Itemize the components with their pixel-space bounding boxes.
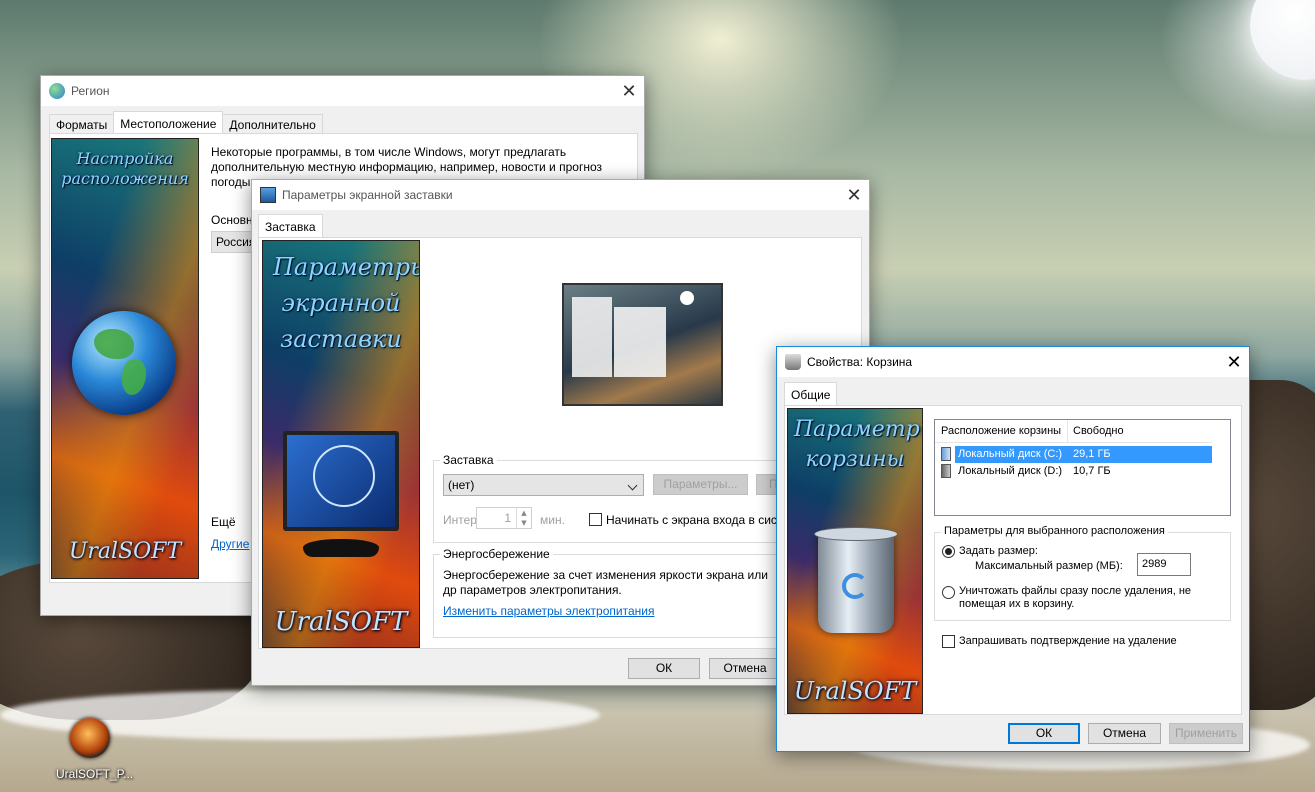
recycle-bin-icon (814, 527, 898, 633)
logon-checkbox-label: Начинать с экрана входа в сист (606, 513, 778, 527)
recycle-panel: Параметры корзины UralSOFT Расположение … (784, 405, 1242, 715)
tab-general[interactable]: Общие (784, 382, 838, 405)
recycle-ok-button[interactable]: ОК (1008, 723, 1080, 744)
uralsoft-icon (70, 718, 110, 758)
region-close-button[interactable]: ✕ (614, 76, 644, 106)
recycle-bin-small-icon (785, 354, 801, 370)
delete-immediately-radio[interactable] (942, 586, 955, 599)
drive-icon (941, 464, 951, 478)
interval-label: Интер (443, 513, 477, 527)
logon-checkbox[interactable] (589, 513, 602, 526)
recycle-cancel-button[interactable]: Отмена (1088, 723, 1161, 744)
region-banner-brand: UralSOFT (68, 539, 182, 564)
region-title: Регион (71, 84, 110, 98)
max-size-label: Максимальный размер (МБ): (975, 560, 1123, 572)
max-size-input[interactable]: 2989 (1137, 553, 1191, 576)
recycle-close-button[interactable]: ✕ (1219, 347, 1249, 377)
tab-screensaver[interactable]: Заставка (258, 214, 323, 237)
drive-icon (941, 447, 951, 461)
screensaver-banner-title: Параметры экранной заставки (273, 253, 420, 353)
custom-size-radio[interactable] (942, 545, 955, 558)
power-group-label: Энергосбережение (440, 547, 553, 561)
region-banner: Настройка расположения UralSOFT (51, 138, 199, 579)
monitor-icon (260, 187, 276, 203)
power-text: Энергосбережение за счет изменения яркос… (443, 568, 768, 597)
recycle-apply-button[interactable]: Применить (1169, 723, 1243, 744)
screensaver-banner: Параметры экранной заставки UralSOFT (262, 240, 420, 648)
power-settings-link[interactable]: Изменить параметры электропитания (443, 604, 654, 618)
list-item[interactable]: Локальный диск (C:) 29,1 ГБ (939, 446, 1212, 463)
other-link[interactable]: Другие (211, 537, 249, 551)
desktop-icon-label: UralSOFT_P... (56, 767, 134, 781)
confirm-delete-label: Запрашивать подтверждение на удаление (959, 635, 1177, 647)
monitor-stand-icon (303, 539, 379, 557)
screensaver-titlebar[interactable]: Параметры экранной заставки ✕ (252, 180, 869, 210)
desktop-icon-uralsoft[interactable]: UralSOFT_P... (52, 718, 134, 784)
screensaver-preview (562, 283, 723, 406)
delete-immediately-label: Уничтожать файлы сразу после удаления, н… (959, 585, 1192, 610)
screensaver-settings-button[interactable]: Параметры... (653, 474, 748, 495)
tab-advanced[interactable]: Дополнительно (222, 114, 323, 134)
list-item[interactable]: Локальный диск (D:) 10,7 ГБ (939, 463, 1212, 480)
list-header: Расположение корзины Свободно (935, 420, 1212, 443)
tab-location[interactable]: Местоположение (113, 111, 224, 134)
screensaver-banner-brand: UralSOFT (274, 607, 408, 637)
home-location-label: Основн (211, 213, 253, 227)
locations-list[interactable]: Расположение корзины Свободно Локальный … (934, 419, 1231, 516)
interval-spinner[interactable]: ▲ ▼ (516, 508, 531, 528)
region-banner-title: Настройка расположения (61, 149, 189, 188)
clock-monitor-icon (283, 431, 399, 531)
location-settings-group-label: Параметры для выбранного расположения (941, 525, 1168, 537)
screensaver-close-button[interactable]: ✕ (839, 180, 869, 210)
screensaver-ok-button[interactable]: ОК (628, 658, 700, 679)
recycle-titlebar[interactable]: Свойства: Корзина ✕ (777, 347, 1249, 377)
screensaver-cancel-button[interactable]: Отмена (709, 658, 781, 679)
screensaver-select[interactable]: (нет) (443, 474, 644, 496)
drive-name: Локальный диск (D:) (958, 465, 1063, 477)
globe-icon (49, 83, 65, 99)
recycle-title: Свойства: Корзина (807, 355, 913, 369)
drive-name: Локальный диск (C:) (958, 448, 1063, 460)
screensaver-panel: Параметры экранной заставки UralSOFT Зас… (258, 237, 863, 649)
region-titlebar[interactable]: Регион ✕ (41, 76, 644, 106)
recycle-banner-title: Параметры корзины (794, 417, 922, 472)
minutes-label: мин. (540, 513, 565, 527)
custom-size-label: Задать размер: (959, 545, 1038, 557)
earth-icon (72, 311, 176, 415)
column-header-free[interactable]: Свободно (1073, 425, 1124, 437)
drive-free: 10,7 ГБ (1073, 465, 1111, 477)
drive-free: 29,1 ГБ (1073, 448, 1111, 460)
interval-value: 1 (504, 511, 511, 525)
more-label: Ещё (211, 515, 236, 529)
confirm-delete-checkbox[interactable] (942, 635, 955, 648)
column-header-location[interactable]: Расположение корзины (941, 425, 1061, 437)
recycle-banner-brand: UralSOFT (793, 677, 917, 705)
screensaver-title: Параметры экранной заставки (282, 188, 453, 202)
recycle-window: Свойства: Корзина ✕ Общие Параметры корз… (776, 346, 1250, 752)
tab-formats[interactable]: Форматы (49, 114, 115, 134)
recycle-banner: Параметры корзины UralSOFT (787, 408, 923, 714)
screensaver-group-label: Заставка (440, 453, 497, 467)
